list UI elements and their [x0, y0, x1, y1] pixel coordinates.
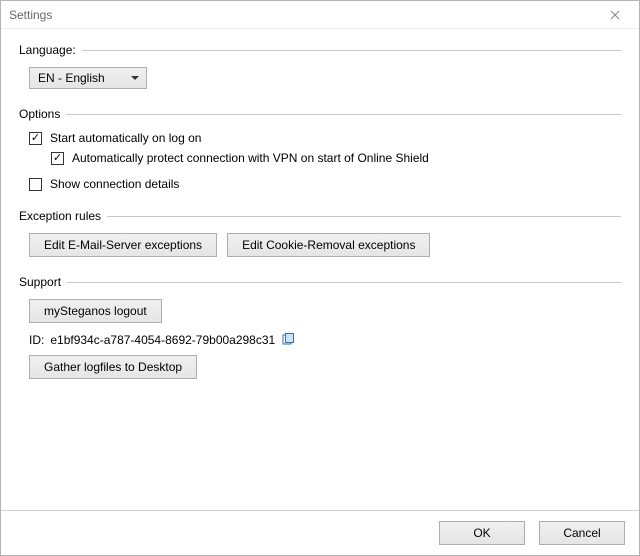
start-auto-checkbox[interactable]	[29, 132, 42, 145]
cancel-button[interactable]: Cancel	[539, 521, 625, 545]
auto-protect-checkbox[interactable]	[51, 152, 64, 165]
divider	[66, 114, 621, 115]
mysteganos-logout-button[interactable]: mySteganos logout	[29, 299, 162, 323]
exception-rules-label: Exception rules	[19, 209, 107, 223]
edit-cookie-exceptions-button[interactable]: Edit Cookie-Removal exceptions	[227, 233, 430, 257]
language-label: Language:	[19, 43, 82, 57]
close-icon	[610, 10, 620, 20]
gather-logfiles-button[interactable]: Gather logfiles to Desktop	[29, 355, 197, 379]
ok-button[interactable]: OK	[439, 521, 525, 545]
show-details-checkbox[interactable]	[29, 178, 42, 191]
close-button[interactable]	[599, 5, 631, 25]
copy-id-button[interactable]	[281, 333, 295, 347]
titlebar: Settings	[1, 1, 639, 29]
support-label: Support	[19, 275, 67, 289]
copy-icon	[281, 333, 295, 347]
show-details-label: Show connection details	[50, 177, 179, 191]
divider	[82, 50, 621, 51]
divider	[107, 216, 621, 217]
language-select[interactable]: EN - English	[29, 67, 147, 89]
auto-protect-label: Automatically protect connection with VP…	[72, 151, 429, 165]
footer: OK Cancel	[1, 510, 639, 555]
content-area: Language: EN - English Options Start aut…	[1, 29, 639, 379]
options-group: Options Start automatically on log on Au…	[19, 107, 621, 191]
divider	[67, 282, 621, 283]
language-group: Language: EN - English	[19, 43, 621, 89]
start-auto-label: Start automatically on log on	[50, 131, 201, 145]
window-title: Settings	[9, 8, 52, 22]
id-value: e1bf934c-a787-4054-8692-79b00a298c31	[50, 333, 275, 347]
id-prefix: ID:	[29, 333, 44, 347]
options-label: Options	[19, 107, 66, 121]
exception-rules-group: Exception rules Edit E-Mail-Server excep…	[19, 209, 621, 257]
support-group: Support mySteganos logout ID: e1bf934c-a…	[19, 275, 621, 379]
edit-email-exceptions-button[interactable]: Edit E-Mail-Server exceptions	[29, 233, 217, 257]
